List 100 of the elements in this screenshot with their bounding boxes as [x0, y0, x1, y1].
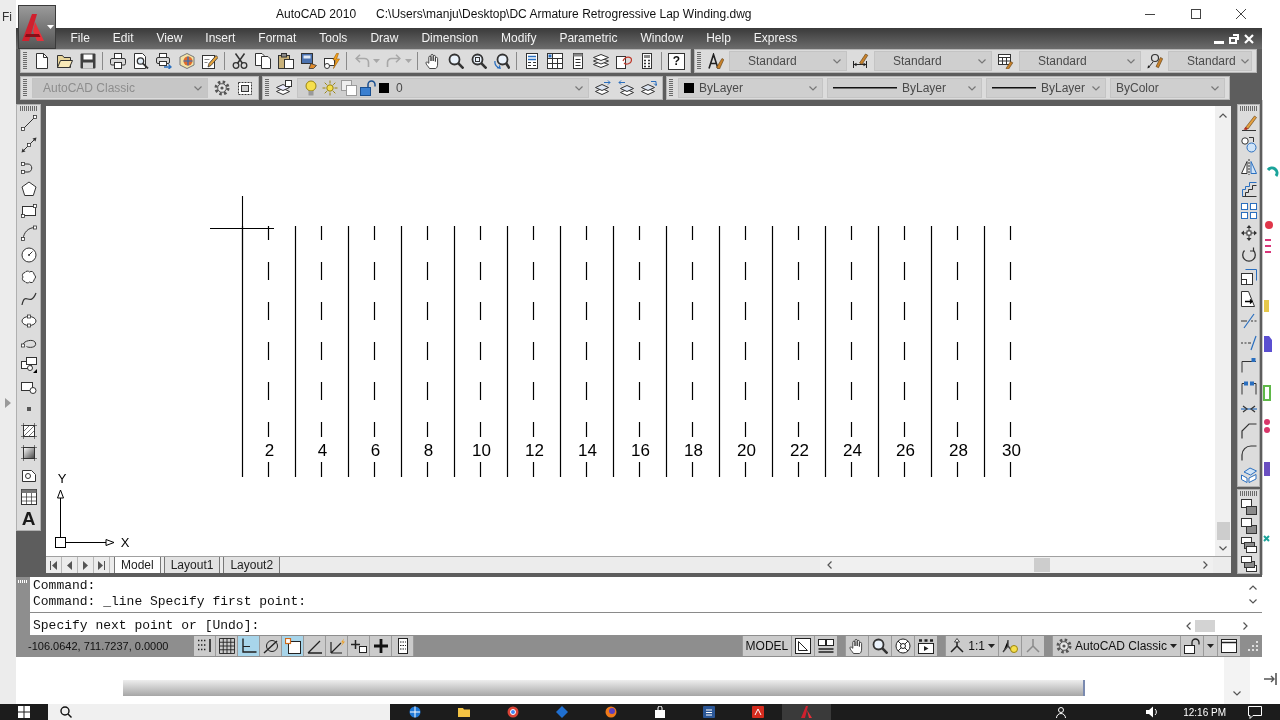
menu-item[interactable]: Edit	[101, 28, 146, 49]
region-icon[interactable]	[20, 467, 37, 483]
chevron-up-icon[interactable]	[1249, 585, 1257, 591]
arc-icon[interactable]	[20, 225, 37, 241]
horizontal-scrollbar[interactable]	[1186, 620, 1248, 632]
printer-icon[interactable]	[109, 53, 126, 69]
mirror-icon[interactable]	[1240, 159, 1257, 175]
chevron-down-icon[interactable]	[1249, 598, 1257, 604]
stacked-sheets-icon[interactable]	[592, 53, 609, 69]
triangle-right-icon[interactable]	[83, 560, 88, 570]
menu-item[interactable]: Tools	[307, 28, 359, 49]
padlock-icon[interactable]	[1184, 638, 1200, 654]
model-space-button[interactable]: MODEL	[741, 636, 792, 656]
folder-icon[interactable]	[457, 706, 470, 718]
person-icon[interactable]	[1056, 706, 1067, 718]
lightning-block-icon[interactable]	[323, 53, 340, 69]
blank-page-icon[interactable]	[33, 53, 50, 69]
stacked-squares-icon[interactable]	[1240, 498, 1257, 515]
paintbrush-square-icon[interactable]	[300, 53, 317, 69]
scale-squares-icon[interactable]	[1240, 269, 1257, 285]
break-point-icon[interactable]	[1240, 357, 1257, 373]
leader-brush-icon[interactable]	[1146, 53, 1163, 69]
letter-a-brush-icon[interactable]	[707, 53, 724, 69]
globe-icon[interactable]	[408, 706, 421, 718]
printer-arrow-icon[interactable]	[155, 53, 172, 69]
ellipse-icon[interactable]	[20, 313, 37, 329]
stacked-squares-icon[interactable]	[1240, 536, 1257, 553]
chevron-up-icon[interactable]	[1219, 113, 1227, 118]
text-tool-button[interactable]: A	[17, 508, 40, 530]
copy-pages-icon[interactable]	[254, 53, 271, 69]
cloud-icon[interactable]	[20, 269, 37, 285]
chevron-right-icon[interactable]	[1203, 561, 1208, 569]
layer-swap-icon[interactable]	[640, 80, 657, 96]
markup-sheet-icon[interactable]	[615, 53, 632, 69]
layout-tab[interactable]: Layout1	[163, 557, 221, 573]
magnifier-icon[interactable]	[447, 53, 464, 69]
menu-item[interactable]: Insert	[193, 28, 247, 49]
toolbar-grip[interactable]	[697, 52, 701, 70]
lineweight-dropdown[interactable]: ByLayer	[986, 78, 1106, 98]
triangle-left-icon[interactable]	[67, 560, 72, 570]
curve-icon[interactable]	[20, 291, 37, 307]
film-play-icon[interactable]	[918, 638, 935, 654]
dimension-style-dropdown[interactable]: Standard	[874, 51, 992, 71]
property-sheet-icon[interactable]	[523, 53, 540, 69]
menu-item[interactable]: Modify	[489, 28, 548, 49]
menu-item[interactable]: File	[59, 28, 102, 49]
menu-item[interactable]: View	[145, 28, 194, 49]
arrow-to-bar-icon[interactable]	[1264, 673, 1277, 685]
search-icon[interactable]	[60, 706, 72, 718]
exploded-box-icon[interactable]	[1240, 467, 1257, 483]
linetype-dropdown[interactable]: ByLayer	[827, 78, 982, 98]
menu-item[interactable]: Format	[246, 28, 308, 49]
four-squares-icon[interactable]	[1240, 203, 1257, 219]
double-arrow-line-icon[interactable]	[20, 137, 37, 153]
round-emblem-icon[interactable]	[604, 706, 617, 718]
menu-item[interactable]: Dimension	[409, 28, 490, 49]
toolbar-grip[interactable]	[19, 106, 38, 111]
magnifier-square-icon[interactable]	[470, 53, 487, 69]
menu-item[interactable]: Help	[694, 28, 743, 49]
gear-icon[interactable]	[1055, 638, 1072, 654]
ring-icon[interactable]	[506, 706, 519, 718]
message-icon[interactable]	[1248, 705, 1262, 719]
multileader-style-dropdown[interactable]: Standard	[1168, 51, 1252, 71]
stacked-squares-icon[interactable]	[1240, 517, 1257, 534]
toolbar-grip[interactable]	[1239, 106, 1258, 111]
rectangle-icon[interactable]	[20, 203, 37, 219]
block-circle-icon[interactable]	[20, 379, 37, 395]
toolbar-grip[interactable]	[1239, 491, 1258, 496]
plot-style-dropdown[interactable]: ByColor	[1110, 78, 1225, 98]
menu-item[interactable]: Parametric	[547, 28, 629, 49]
fillet-icon[interactable]	[1240, 445, 1257, 461]
layout-tab[interactable]: Model	[114, 557, 161, 573]
menu-item[interactable]: Express	[742, 28, 809, 49]
gradient-fill-icon[interactable]	[20, 445, 37, 461]
layer-arrow-icon[interactable]	[594, 80, 611, 96]
vertical-scrollbar[interactable]	[1215, 106, 1231, 556]
skip-forward-icon[interactable]	[98, 560, 105, 570]
circle-icon[interactable]	[20, 247, 37, 263]
table-brush-icon[interactable]	[997, 53, 1014, 69]
tripod-icon[interactable]	[949, 638, 966, 654]
pentagon-icon[interactable]	[20, 181, 37, 197]
text-style-dropdown[interactable]: Standard	[729, 51, 847, 71]
help-button[interactable]: ?	[668, 52, 685, 70]
vertical-scrollbar[interactable]	[1224, 657, 1250, 704]
layout-tab[interactable]: Layout2	[223, 557, 281, 573]
menu-item[interactable]: Window	[628, 28, 695, 49]
layer-dropdown[interactable]: 0	[297, 78, 589, 98]
extend-icon[interactable]	[1240, 335, 1257, 351]
table-style-dropdown[interactable]: Standard	[1019, 51, 1141, 71]
document-tile-icon[interactable]	[702, 706, 715, 718]
brush-eraser-icon[interactable]	[1240, 115, 1257, 131]
application-menu-button[interactable]	[18, 5, 56, 49]
color-dropdown[interactable]: ByLayer	[678, 78, 823, 98]
caret-icon[interactable]	[1207, 644, 1214, 648]
maximize-icon[interactable]	[1191, 9, 1201, 19]
hatch-icon[interactable]	[20, 423, 37, 439]
app-tile-icon[interactable]	[751, 706, 764, 718]
chevron-right-icon[interactable]	[1243, 622, 1248, 630]
tripod-bulb-icon[interactable]	[1001, 638, 1018, 654]
caret-icon[interactable]	[987, 644, 995, 648]
